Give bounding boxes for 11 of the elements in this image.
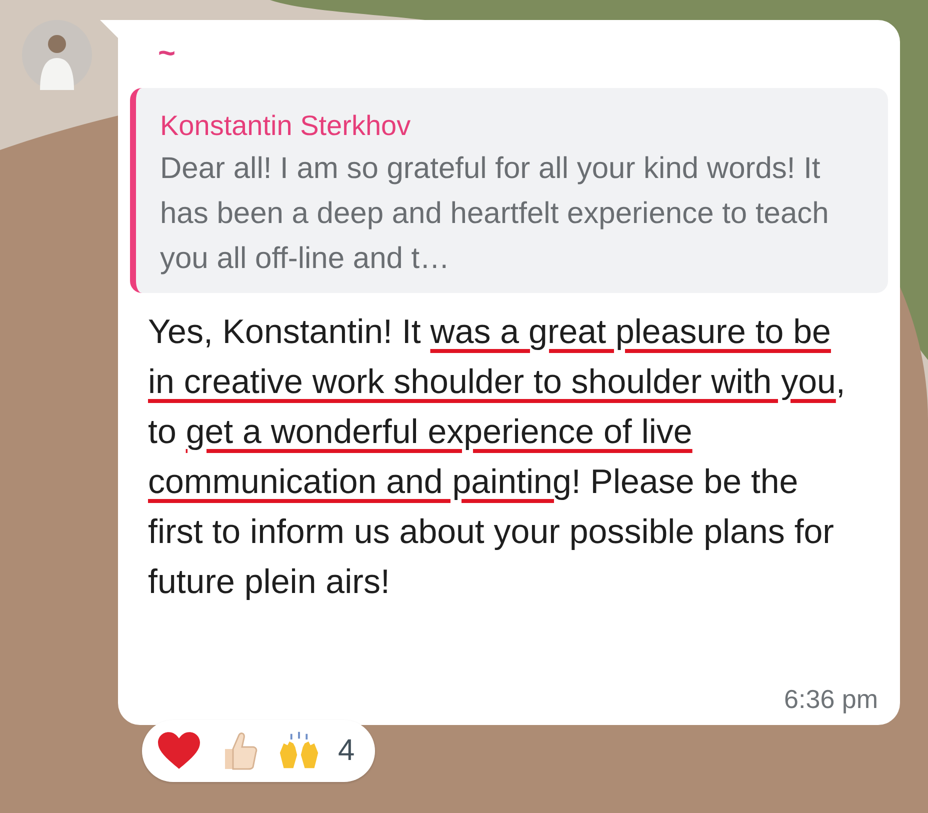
sender-name: ~ [157, 36, 177, 72]
reactions-pill[interactable]: 4 [142, 720, 375, 782]
avatar[interactable] [22, 20, 92, 90]
message-text: Yes, Konstantin! It was a great pleasure to be in creative work shoulder to shoulder with you, to get a wonderful experience of live communication and painting! Please be the first to inform us about your possible plans for future plein airs! [147, 312, 846, 603]
heart-icon [158, 731, 200, 771]
message-time: 6:36 pm [784, 684, 878, 715]
quote-author: Konstantin Sterkhov [160, 109, 412, 143]
quoted-message[interactable]: Konstantin Sterkhov Dear all! I am so grateful for all your kind words! It has been a deep and heartfelt experience to teach you all off-line and t… [130, 88, 888, 293]
raised-hands-icon [278, 731, 320, 771]
reaction-count: 4 [338, 734, 355, 768]
quote-text: Dear all! I am so grateful for all your kind words! It has been a deep and heartfelt experience to teach you all off-line and t… [160, 151, 830, 277]
